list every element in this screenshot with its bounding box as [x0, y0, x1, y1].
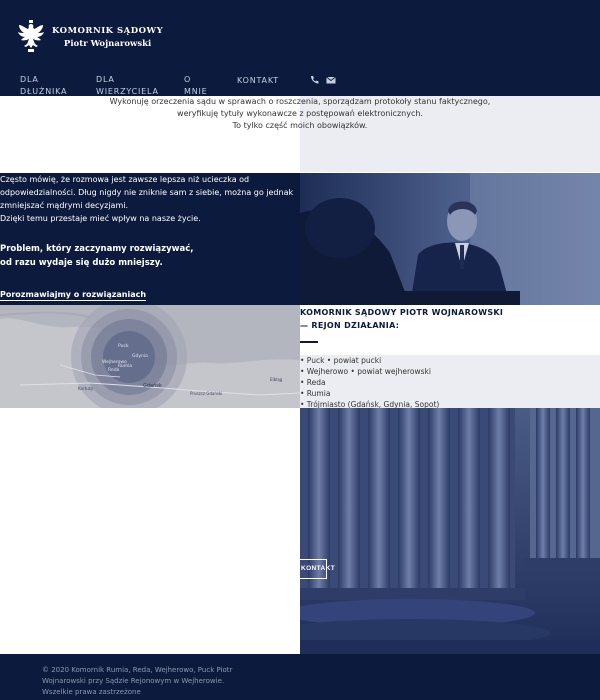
map-label-pruszcz: Pruszcz Gdański	[190, 391, 222, 396]
nav-item-dla-wierzyciela[interactable]: DLA WIERZYCIELA	[96, 74, 166, 98]
about-highlight-line-1: Problem, który zaczynamy rozwiązywać,	[0, 244, 194, 254]
map-label-puck: Puck	[118, 343, 129, 349]
brand-subtitle: Piotr Wojnarowski	[63, 38, 152, 49]
map-label-wejherowo: Wejherowo	[102, 359, 127, 365]
region-map[interactable]: Puck Gdynia Gdańsk Rumia Wejherowo Reda …	[0, 305, 300, 408]
region-list: • Puck • powiat pucki • Wejherowo • powi…	[300, 355, 600, 410]
footer-copyright: © 2020 Komornik Rumia, Reda, Wejherowo, …	[42, 666, 233, 696]
talk-solutions-link[interactable]: Porozmawiajmy o rozwiązaniach	[0, 290, 147, 301]
nav-item-o-mnie[interactable]: O MNIE	[184, 74, 214, 98]
about-paragraph-text: Często mówię, że rozmowa jest zawsze lep…	[0, 175, 294, 210]
logo[interactable]: KOMORNIK SĄDOWY Piotr Wojnarowski	[16, 20, 163, 54]
map-label-gdansk: Gdańsk	[143, 382, 162, 389]
map-label-gdynia: Gdynia	[132, 353, 148, 359]
intro-paragraph-2: To tylko część moich obowiązków.	[232, 121, 368, 130]
map-label-kartuzy: Kartuzy	[78, 386, 94, 391]
map-label-reda: Reda	[108, 367, 120, 373]
about-section: Często mówię, że rozmowa jest zawsze lep…	[0, 173, 300, 305]
list-item: • Wejherowo • powiat wejherowski	[300, 367, 431, 376]
phone-icon[interactable]	[309, 75, 319, 85]
nav-item-kontakt[interactable]: KONTAKT	[237, 75, 279, 87]
intro-text: Wykonuję orzeczenia sądu w sprawach o ro…	[90, 96, 510, 132]
list-item: • Reda	[300, 378, 326, 387]
about-paragraph-text-2: Dzięki temu przestaje mieć wpływ na nasz…	[0, 214, 201, 223]
mail-icon[interactable]	[326, 75, 336, 85]
brand-name: KOMORNIK SĄDOWY Piotr Wojnarowski	[52, 26, 163, 49]
region-title-line-1: KOMORNIK SĄDOWY PIOTR WOJNAROWSKI	[300, 308, 504, 317]
intro-paragraph: Wykonuję orzeczenia sądu w sprawach o ro…	[109, 97, 491, 118]
contact-button[interactable]: KONTAKT	[282, 559, 335, 579]
brand-title: KOMORNIK SĄDOWY	[52, 25, 164, 36]
meeting-photo	[300, 173, 600, 305]
list-item: • Rumia	[300, 389, 331, 398]
map-graphic: Puck Gdynia Gdańsk Rumia Wejherowo Reda …	[0, 305, 300, 408]
region-title-line-2: — REJON DZIAŁANIA:	[300, 321, 400, 330]
region-divider	[300, 341, 318, 343]
list-item: • Puck • powiat pucki	[300, 356, 382, 365]
columns-image	[300, 408, 600, 654]
nav-item-dla-dluznika[interactable]: DLA DŁUŻNIKA	[20, 74, 80, 98]
eagle-emblem-icon	[18, 20, 44, 52]
about-highlight-line-2: od razu wydaje się dużo mniejszy.	[0, 258, 163, 268]
about-paragraph: Często mówię, że rozmowa jest zawsze lep…	[0, 173, 296, 225]
about-highlight: Problem, który zaczynamy rozwiązywać, od…	[0, 242, 296, 270]
region-title: KOMORNIK SĄDOWY PIOTR WOJNAROWSKI — REJO…	[300, 306, 600, 332]
map-label-elblag: Elbląg	[270, 377, 283, 382]
